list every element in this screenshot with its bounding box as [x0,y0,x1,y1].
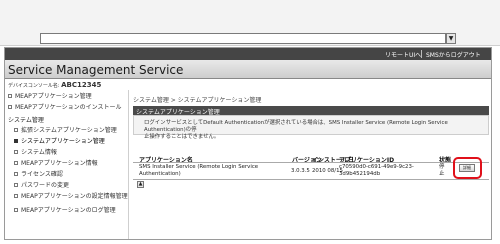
row-status-line: 停 [439,164,445,170]
row-app-id-line: c70590d0-c691-49e9-9c23- [339,164,414,170]
table-header-rule [133,162,489,163]
sidebar: MEAPアプリケーション管理 MEAPアプリケーションのインストール システム管… [5,89,128,239]
sidebar-item-ext-system-app[interactable]: 拡張システムアプリケーション管理 [14,125,117,134]
sidebar-item-label: ライセンス確認 [21,171,63,178]
panel-title: システムアプリケーション管理 [133,106,489,116]
row-version: 3.0.3.5 [291,168,310,174]
bullet-selected-icon [14,139,18,143]
sidebar-item-label: MEAPアプリケーションのログ管理 [21,207,116,214]
sidebar-item-label: システム情報 [21,149,57,156]
table-row-rule [133,179,489,180]
sidebar-item-meap-settings[interactable]: MEAPアプリケーションの設定情報管理 [14,191,128,200]
page-frame: リモートUIへ SMSからログアウト Service Management Se… [4,47,492,240]
row-status: 停 止 [439,164,444,178]
top-navigation-bar: リモートUIへ SMSからログアウト [5,48,491,60]
chevron-down-icon: ▼ [448,35,454,42]
sidebar-item-license[interactable]: ライセンス確認 [14,169,63,178]
sidebar-item-meap-install[interactable]: MEAPアプリケーションのインストール [8,102,121,111]
sidebar-item-label: MEAPアプリケーション情報 [21,160,98,167]
sidebar-item-meap-log[interactable]: MEAPアプリケーションのログ管理 [14,205,116,214]
bullet-icon [8,105,12,109]
header-band: Service Management Service [5,60,491,79]
sidebar-item-meap-app-management[interactable]: MEAPアプリケーション管理 [8,91,92,100]
notice-line: ログインサービスとしてDefault Authenticationが選択されてい… [144,120,448,133]
bullet-icon [14,172,18,176]
device-name-value: ABC12345 [61,81,102,89]
row-app-id-line: 3d9b452194db [339,171,381,177]
browser-toolbar: ▼ [0,0,500,46]
sidebar-item-system-app[interactable]: システムアプリケーション管理 [14,136,105,145]
address-input[interactable] [40,33,446,44]
sidebar-item-label: パスワードの変更 [21,182,70,189]
bullet-icon [8,94,12,98]
highlight-circle [453,157,482,179]
row-app-name-line: Authentication) [139,171,181,177]
notice-box: ログインサービスとしてDefault Authenticationが選択されてい… [133,115,489,140]
bullet-icon [14,183,18,187]
sidebar-item-password[interactable]: パスワードの変更 [14,180,69,189]
sidebar-item-label: システムアプリケーション管理 [21,138,105,145]
bullet-icon [14,161,18,165]
bullet-icon [14,208,18,212]
sidebar-item-label: MEAPアプリケーションのインストール [15,104,122,111]
row-app-name-line: SMS Installer Service (Remote Login Serv… [139,164,259,170]
breadcrumb: システム管理 > システムアプリケーション管理 [133,97,262,104]
bullet-icon [14,128,18,132]
sidebar-item-system-info[interactable]: システム情報 [14,147,57,156]
scroll-to-top-button[interactable]: ▲ [137,181,144,188]
address-dropdown-button[interactable]: ▼ [446,33,456,44]
sidebar-item-label: MEAPアプリケーション管理 [15,93,92,100]
row-app-id: c70590d0-c691-49e9-9c23- 3d9b452194db [339,164,414,178]
sidebar-item-meap-app-info[interactable]: MEAPアプリケーション情報 [14,158,98,167]
notice-line: 止操作することはできません。 [144,134,220,140]
logout-link[interactable]: SMSからログアウト [426,50,481,59]
device-name: デバイスコンソール名: ABC12345 [8,81,101,89]
topbar-separator [421,50,422,58]
up-arrow-icon: ▲ [138,181,143,187]
row-status-line: 止 [439,171,445,177]
sidebar-item-label: 拡張システムアプリケーション管理 [21,127,117,134]
bullet-icon [14,194,18,198]
row-app-name: SMS Installer Service (Remote Login Serv… [139,164,258,178]
bullet-icon [14,150,18,154]
remote-ui-link[interactable]: リモートUIへ [385,50,421,59]
sidebar-item-label: MEAPアプリケーションの設定情報管理 [21,193,128,200]
sidebar-divider [128,90,129,239]
sidebar-section-heading: システム管理 [8,117,44,124]
app-title: Service Management Service [8,63,184,77]
